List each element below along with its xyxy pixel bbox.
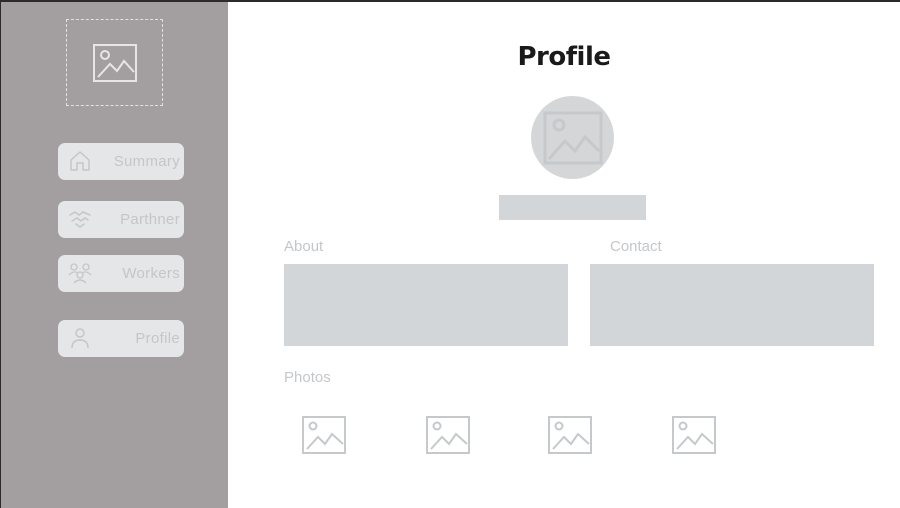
page-title: Profile [517,42,611,72]
sidebar-item-summary[interactable]: Summary [58,143,184,180]
contact-label: Contact [610,238,662,255]
sidebar-item-label: Summary [113,153,180,170]
sidebar-item-label: Profile [135,330,180,347]
image-placeholder-icon[interactable] [548,416,592,454]
avatar[interactable] [531,96,614,179]
home-icon [70,151,90,171]
user-icon [71,328,89,349]
about-box [284,264,568,346]
contact-box [590,264,874,346]
handshake-icon [69,211,91,228]
sidebar-item-label: Parthner [120,211,180,228]
about-label: About [284,238,324,255]
image-placeholder-icon[interactable] [302,416,346,454]
sidebar-item-parthner[interactable]: Parthner [58,201,184,238]
main-content: Profile About Contact Photos [228,2,900,508]
name-placeholder [499,195,646,220]
photos-label: Photos [284,369,331,386]
sidebar-item-profile[interactable]: Profile [58,320,184,357]
image-placeholder-icon[interactable] [426,416,470,454]
image-placeholder-icon [543,111,602,164]
users-icon [68,263,92,284]
sidebar: Summary Parthner Workers Profile [1,2,228,508]
sidebar-item-label: Workers [122,265,180,282]
image-placeholder-icon [92,43,137,82]
image-placeholder-icon[interactable] [672,416,716,454]
sidebar-item-workers[interactable]: Workers [58,255,184,292]
logo-placeholder [66,19,163,106]
